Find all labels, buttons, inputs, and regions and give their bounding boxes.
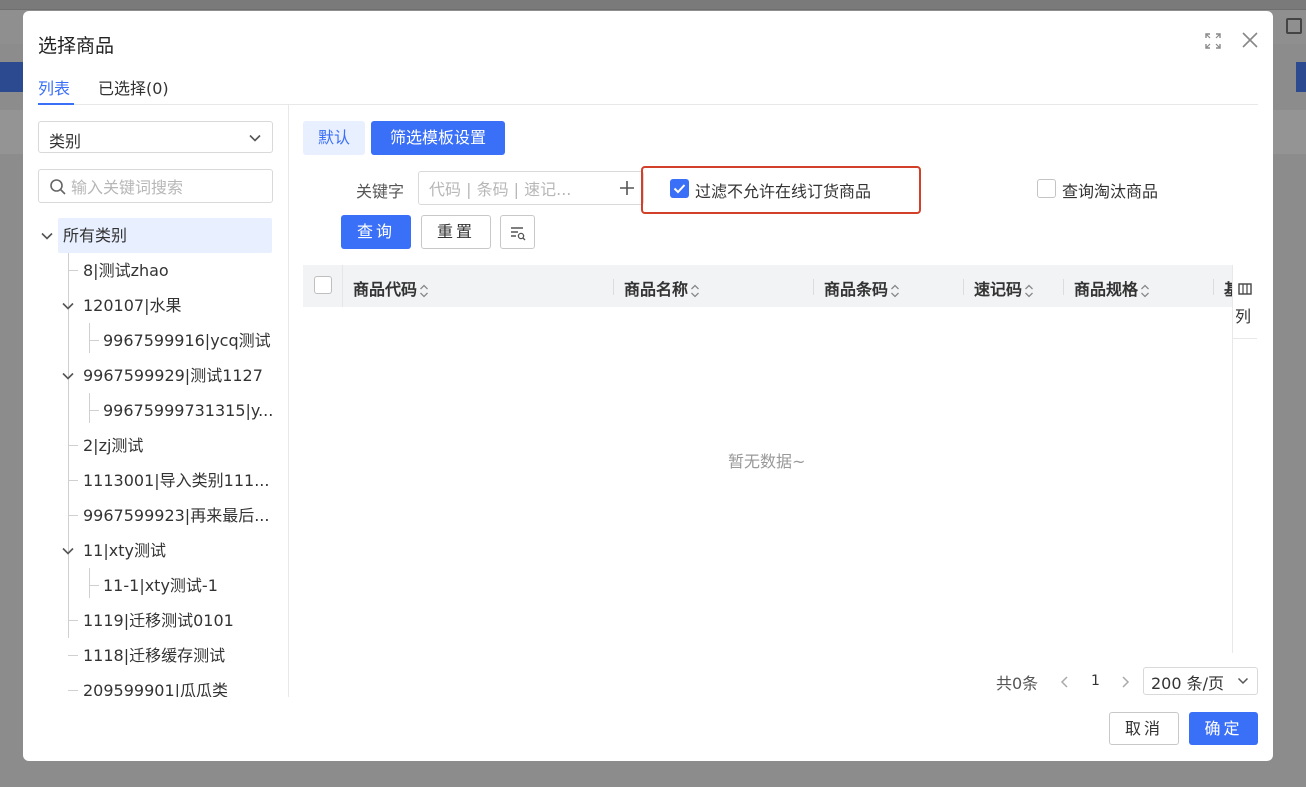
advanced-filter-button[interactable] [500, 215, 535, 249]
tree-node[interactable]: 11-1|xty测试-1 [103, 568, 218, 603]
tab-selected[interactable]: 已选择(0) [98, 75, 169, 99]
column-product-spec[interactable]: 商品规格 [1074, 276, 1150, 300]
sort-icon [420, 284, 428, 297]
background-calendar-icon [1286, 18, 1302, 34]
query-eliminated-checkbox[interactable] [1037, 179, 1056, 198]
chevron-down-icon[interactable] [61, 299, 75, 313]
category-select[interactable]: 类别 [38, 121, 273, 153]
pager-total: 共0条 [996, 674, 1039, 693]
chevron-down-icon[interactable] [61, 544, 75, 558]
default-filter-button[interactable]: 默认 [303, 121, 365, 155]
category-search-input[interactable] [71, 176, 266, 198]
page-size-value: 200 条/页 [1151, 674, 1225, 693]
confirm-button[interactable]: 确定 [1189, 712, 1258, 745]
column-divider [1063, 279, 1064, 295]
tree-node[interactable]: 1119|迁移测试0101 [83, 603, 234, 638]
pager-page-1[interactable]: 1 [1091, 673, 1100, 689]
columns-icon [1238, 283, 1252, 295]
tree-node[interactable]: 2|zj测试 [83, 428, 143, 463]
sort-icon [1025, 284, 1033, 297]
category-panel: 类别 输入关键词搜索 所有类别 8|测试zhao 120107|水果 99675… [23, 105, 289, 697]
reset-button[interactable]: 重置 [421, 215, 491, 249]
column-product-code[interactable]: 商品代码 [353, 276, 429, 300]
empty-state-text: 暂无数据~ [728, 452, 806, 471]
page-size-select[interactable]: 200 条/页 [1143, 667, 1258, 695]
column-setting-button[interactable]: 列 [1233, 265, 1257, 339]
tree-node[interactable]: 209599901|瓜瓜类 [83, 673, 228, 697]
chevron-left-icon[interactable] [1059, 675, 1071, 689]
tree-connector [68, 690, 78, 691]
category-search[interactable] [38, 169, 273, 203]
plus-icon[interactable] [619, 180, 635, 196]
column-product-barcode[interactable]: 商品条码 [824, 276, 900, 300]
tree-connector [68, 445, 78, 446]
tree-node-all[interactable]: 所有类别 [58, 218, 272, 253]
tree-node[interactable]: 1118|迁移缓存测试 [83, 638, 225, 673]
column-divider [1213, 279, 1214, 295]
tree-connector [89, 568, 90, 598]
column-product-name[interactable]: 商品名称 [624, 276, 700, 300]
tree-node[interactable]: 120107|水果 [83, 288, 181, 323]
product-table-header: 商品代码 商品名称 商品条码 速记码 商品规格 基 [303, 265, 1233, 307]
tree-node[interactable]: 11|xty测试 [83, 533, 166, 568]
search-icon [50, 179, 66, 195]
filter-online-checkbox[interactable] [670, 179, 689, 198]
select-product-modal: 选择商品 列表 已选择(0) 类别 输入关键词搜索 所有类别 8|测试zhao … [23, 11, 1273, 761]
tree-connector [68, 515, 78, 516]
tree-connector [68, 655, 78, 656]
chevron-down-icon [249, 134, 261, 142]
tree-connector [89, 340, 99, 341]
column-divider [342, 265, 343, 307]
query-button[interactable]: 查询 [341, 215, 411, 249]
keyword-label: 关键字 [356, 182, 405, 201]
column-divider [813, 279, 814, 295]
close-icon[interactable] [1241, 31, 1259, 49]
keyword-input[interactable] [429, 178, 609, 200]
cancel-button[interactable]: 取消 [1109, 712, 1179, 745]
tree-connector [68, 480, 78, 481]
column-setting-label: 列 [1235, 307, 1252, 326]
chevron-down-icon[interactable] [61, 369, 75, 383]
tree-node[interactable]: 9967599916|ycq测试 [103, 323, 271, 358]
background-blue-block [0, 62, 24, 92]
sort-icon [691, 284, 699, 297]
filter-search-icon [511, 227, 526, 241]
filter-template-button[interactable]: 筛选模板设置 [371, 121, 505, 155]
tree-node[interactable]: 99675999731315|y... [103, 393, 273, 428]
fullscreen-icon[interactable] [1205, 33, 1221, 49]
tree-node[interactable]: 9967599923|再来最后... [83, 498, 269, 533]
background-topbar [0, 0, 1306, 10]
check-icon [673, 184, 686, 194]
background-blue-block [1296, 62, 1306, 92]
tab-list[interactable]: 列表 [38, 75, 70, 99]
column-divider [613, 279, 614, 295]
tree-connector [68, 620, 78, 621]
tree-connector [89, 410, 99, 411]
keyword-field[interactable] [418, 171, 644, 205]
tree-node[interactable]: 9967599929|测试1127 [83, 358, 263, 393]
chevron-right-icon[interactable] [1119, 675, 1131, 689]
modal-title: 选择商品 [38, 35, 115, 57]
sort-icon [891, 284, 899, 297]
chevron-down-icon[interactable] [40, 229, 54, 243]
tree-connector [68, 270, 78, 271]
tree-connector [89, 323, 90, 353]
tree-node[interactable]: 1113001|导入类别111... [83, 463, 269, 498]
chevron-down-icon [1237, 677, 1249, 685]
sort-icon [1141, 284, 1149, 297]
column-shorthand-code[interactable]: 速记码 [974, 276, 1034, 300]
filter-online-label: 过滤不允许在线订货商品 [695, 182, 872, 201]
category-select-value: 类别 [49, 132, 82, 151]
tree-node[interactable]: 8|测试zhao [83, 253, 169, 288]
column-divider [963, 279, 964, 295]
query-eliminated-label: 查询淘汰商品 [1062, 182, 1159, 201]
select-all-checkbox[interactable] [314, 276, 332, 294]
tree-connector [89, 393, 90, 423]
tree-connector [89, 585, 99, 586]
modal-tabs: 列表 已选择(0) [38, 73, 1258, 105]
